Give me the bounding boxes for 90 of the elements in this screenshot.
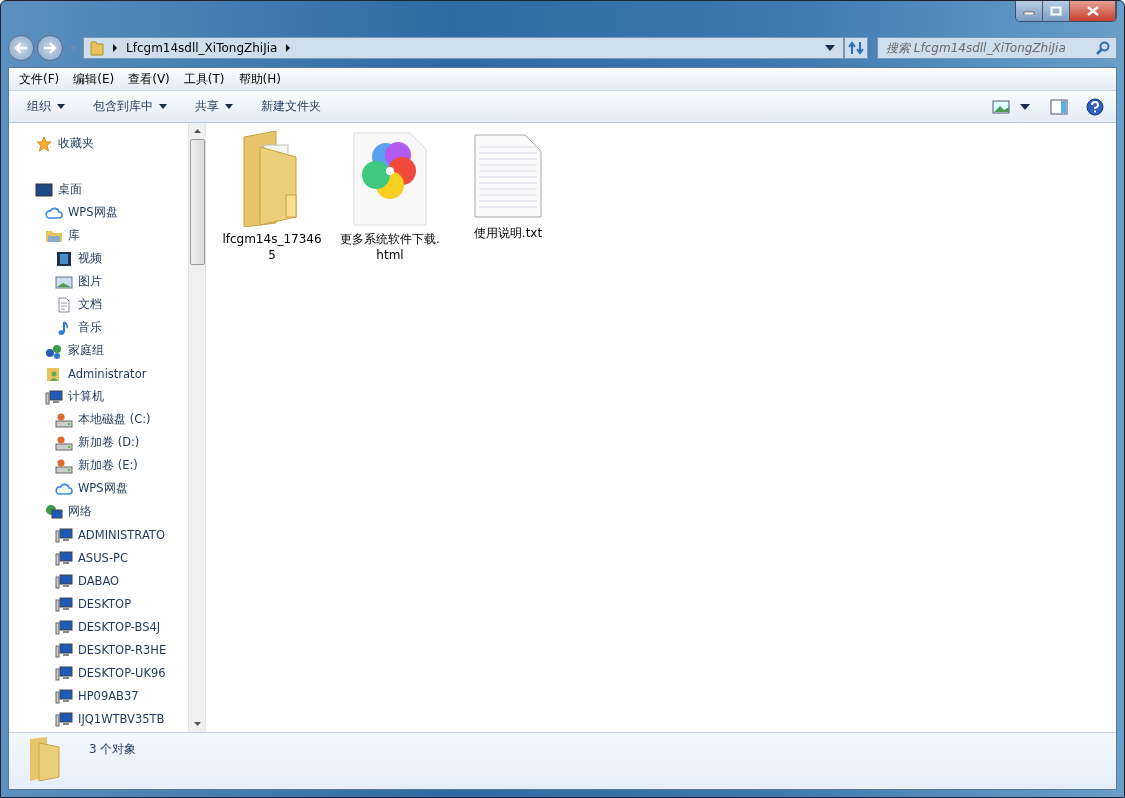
- browser-file-icon: [352, 131, 428, 227]
- file-name: lfcgm14s_173465: [222, 231, 322, 263]
- sidebar-item[interactable]: WPS网盘: [9, 477, 188, 500]
- sidebar-item[interactable]: 新加卷 (D:): [9, 431, 188, 454]
- preview-pane-icon[interactable]: [1050, 98, 1068, 115]
- document-icon: [55, 296, 73, 313]
- text-file-icon: [473, 131, 543, 221]
- sidebar-item[interactable]: 库: [9, 224, 188, 247]
- maximize-button[interactable]: [1043, 1, 1070, 21]
- view-dropdown-icon[interactable]: [1020, 103, 1030, 110]
- homegroup-icon: [45, 342, 63, 359]
- sidebar-item[interactable]: Administrator: [9, 362, 188, 385]
- pc-icon: [55, 526, 73, 543]
- file-item[interactable]: lfcgm14s_173465: [222, 131, 322, 263]
- desktop-icon: [35, 181, 53, 198]
- sidebar-item[interactable]: 计算机: [9, 385, 188, 408]
- close-button[interactable]: [1070, 1, 1116, 21]
- maximize-icon: [1050, 6, 1062, 16]
- menu-item[interactable]: 工具(T): [176, 70, 232, 88]
- item-count: 3 个对象: [89, 741, 137, 758]
- pc-icon: [55, 641, 73, 658]
- sidebar-item[interactable]: DESKTOP: [9, 592, 188, 615]
- sidebar-item[interactable]: DESKTOP-BS4J: [9, 615, 188, 638]
- sidebar-item[interactable]: DABAO: [9, 569, 188, 592]
- drive-icon: [55, 411, 73, 428]
- folder-icon: [90, 40, 104, 56]
- menu-item[interactable]: 文件(F): [12, 70, 67, 88]
- sidebar-item[interactable]: 网络: [9, 500, 188, 523]
- breadcrumb-arrow-icon: [285, 44, 292, 52]
- pc-icon: [55, 549, 73, 566]
- toolbar-button[interactable]: 包含到库中: [83, 95, 177, 118]
- sidebar-item[interactable]: ASUS-PC: [9, 546, 188, 569]
- address-dropdown-icon[interactable]: [825, 45, 835, 51]
- forward-button[interactable]: [37, 35, 63, 61]
- sidebar-item[interactable]: 收藏夹: [9, 132, 188, 155]
- star-icon: [35, 135, 53, 152]
- pc-icon: [55, 618, 73, 635]
- drive-icon: [55, 434, 73, 451]
- toolbar-button[interactable]: 组织: [17, 95, 75, 118]
- scroll-down-icon[interactable]: [193, 722, 201, 726]
- sidebar-item[interactable]: DESKTOP-R3HE: [9, 638, 188, 661]
- search-icon: [1096, 41, 1110, 55]
- sidebar-item[interactable]: 桌面: [9, 178, 188, 201]
- network-icon: [45, 503, 63, 520]
- pc-icon: [55, 572, 73, 589]
- sidebar-item[interactable]: 图片: [9, 270, 188, 293]
- file-item[interactable]: 使用说明.txt: [458, 131, 558, 241]
- menu-item[interactable]: 帮助(H): [231, 70, 288, 88]
- forward-arrow-icon: [43, 42, 57, 54]
- sidebar-item[interactable]: WPS网盘: [9, 201, 188, 224]
- pc-icon: [55, 710, 73, 727]
- sidebar-item[interactable]: 文档: [9, 293, 188, 316]
- sidebar-item[interactable]: 音乐: [9, 316, 188, 339]
- pc-icon: [55, 595, 73, 612]
- pc-icon: [55, 664, 73, 681]
- toolbar-button[interactable]: 新建文件夹: [251, 95, 331, 118]
- scroll-thumb[interactable]: [189, 139, 205, 265]
- refresh-icon: [848, 41, 864, 55]
- address-bar[interactable]: Lfcgm14sdll_XiTongZhiJia: [83, 37, 844, 59]
- minimize-button[interactable]: [1016, 1, 1043, 21]
- picture-icon: [55, 273, 73, 290]
- video-icon: [55, 250, 73, 267]
- back-button[interactable]: [8, 35, 34, 61]
- sidebar-item[interactable]: 新加卷 (E:): [9, 454, 188, 477]
- help-icon[interactable]: [1086, 97, 1104, 116]
- search-field[interactable]: 搜索 Lfcgm14sdll_XiTongZhiJia: [877, 37, 1117, 59]
- file-item[interactable]: 更多系统软件下载.html: [340, 131, 440, 263]
- menu-item[interactable]: 编辑(E): [66, 70, 122, 88]
- computer-icon: [45, 388, 63, 405]
- breadcrumb-segment[interactable]: Lfcgm14sdll_XiTongZhiJia: [126, 41, 278, 55]
- scroll-up-icon[interactable]: [193, 129, 201, 133]
- toolbar-button[interactable]: 共享: [185, 95, 243, 118]
- scrollbar[interactable]: [188, 123, 205, 732]
- sidebar-item[interactable]: HP09AB37: [9, 684, 188, 707]
- close-icon: [1085, 6, 1100, 16]
- sidebar-item[interactable]: DESKTOP-UK96: [9, 661, 188, 684]
- menu-item[interactable]: 查看(V): [121, 70, 177, 88]
- sidebar-item[interactable]: 视频: [9, 247, 188, 270]
- refresh-button[interactable]: [844, 37, 868, 59]
- sidebar-item[interactable]: 家庭组: [9, 339, 188, 362]
- file-name: 使用说明.txt: [473, 225, 543, 241]
- drive-icon: [55, 457, 73, 474]
- breadcrumb-arrow-icon: [112, 44, 118, 52]
- view-options-icon[interactable]: [992, 98, 1012, 115]
- pc-icon: [55, 687, 73, 704]
- sidebar-item[interactable]: IJQ1WTBV35TB: [9, 707, 188, 730]
- file-name: 更多系统软件下载.html: [340, 231, 440, 263]
- sidebar-item[interactable]: 本地磁盘 (C:): [9, 408, 188, 431]
- sidebar-item[interactable]: ADMINISTRATO: [9, 523, 188, 546]
- back-arrow-icon: [14, 42, 28, 54]
